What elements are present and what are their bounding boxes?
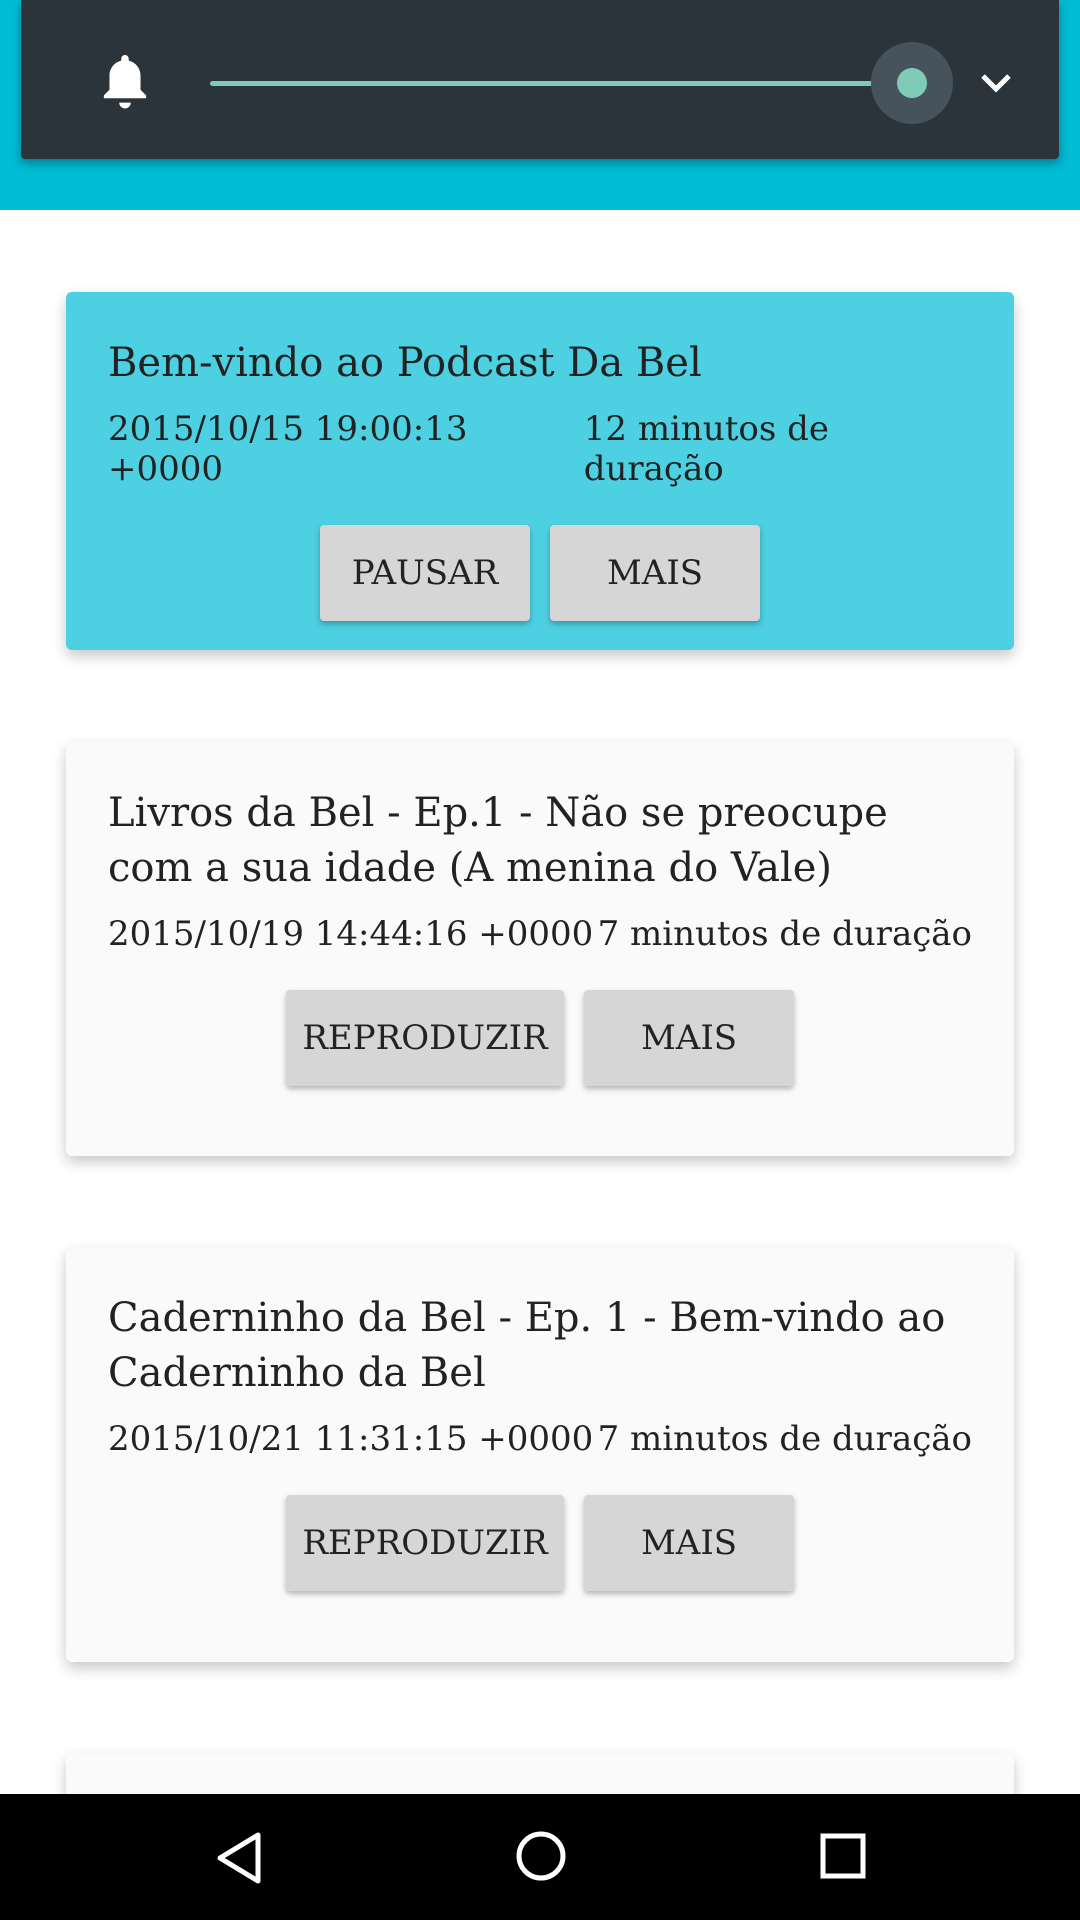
episode-title: Bem-vindo ao Podcast Da Bel <box>108 340 702 386</box>
more-button[interactable]: MAIS <box>584 1495 794 1591</box>
volume-panel <box>21 0 1059 159</box>
episode-card-partial[interactable] <box>66 1753 1014 1794</box>
navigation-bar <box>0 1794 1080 1920</box>
episode-card[interactable]: Bem-vindo ao Podcast Da Bel 2015/10/15 1… <box>66 292 1014 650</box>
more-button[interactable]: MAIS <box>584 990 794 1086</box>
pause-button[interactable]: PAUSAR <box>320 525 530 621</box>
episode-duration: 12 minutos de duração <box>583 409 830 489</box>
episode-card[interactable]: Livros da Bel - Ep.1 - Não se preocupe c… <box>66 742 1014 1156</box>
chevron-down-icon[interactable] <box>979 70 1013 94</box>
episode-list: Bem-vindo ao Podcast Da Bel 2015/10/15 1… <box>0 210 1080 1794</box>
episode-duration: 7 minutos de duração <box>597 1419 972 1459</box>
episode-date: 2015/10/15 19:00:13 +0000 <box>108 409 468 489</box>
play-button[interactable]: REPRODUZIR <box>286 990 564 1086</box>
episode-date: 2015/10/21 11:31:15 +0000 <box>108 1419 594 1459</box>
episode-card[interactable]: Caderninho da Bel - Ep. 1 - Bem-vindo ao… <box>66 1247 1014 1662</box>
volume-slider-thumb[interactable] <box>897 68 927 98</box>
volume-slider-track[interactable] <box>210 81 912 86</box>
episode-date: 2015/10/19 14:44:16 +0000 <box>108 914 594 954</box>
episode-title: Caderninho da Bel - Ep. 1 - Bem-vindo ao… <box>108 1295 946 1396</box>
play-button[interactable]: REPRODUZIR <box>286 1495 564 1591</box>
episode-duration: 7 minutos de duração <box>597 914 972 954</box>
back-triangle-icon[interactable] <box>214 1830 264 1886</box>
recents-square-icon[interactable] <box>818 1831 868 1881</box>
more-button[interactable]: MAIS <box>550 525 760 621</box>
bell-icon[interactable] <box>100 55 150 113</box>
home-circle-icon[interactable] <box>513 1828 569 1884</box>
episode-title: Livros da Bel - Ep.1 - Não se preocupe c… <box>108 790 888 891</box>
